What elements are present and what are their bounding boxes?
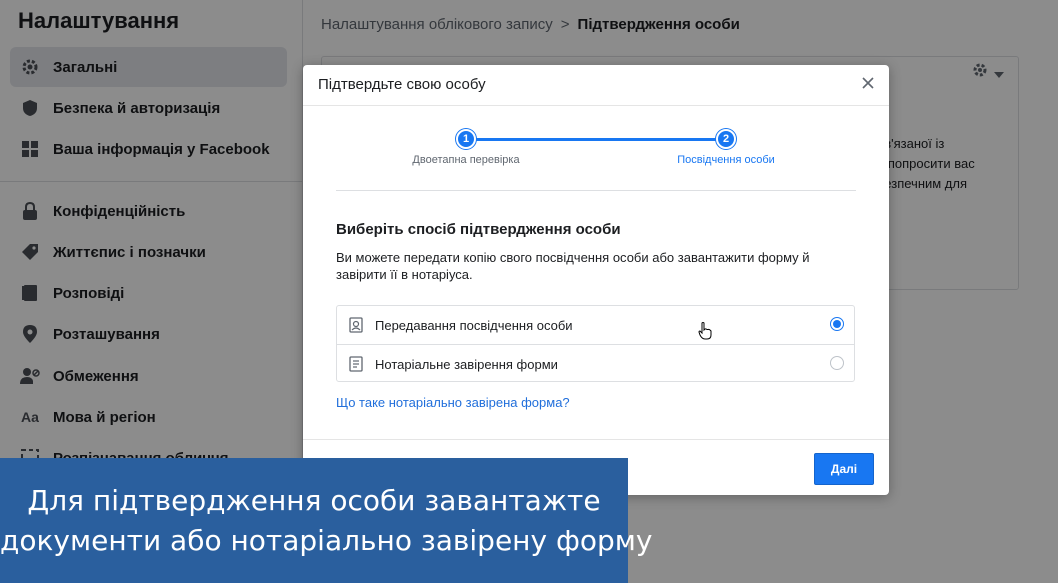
caption-line-1: Для підтвердження особи завантажте [27, 484, 601, 517]
dialog-title: Підтвердьте свою особу [318, 76, 486, 93]
hand-cursor-icon [698, 322, 712, 345]
radio-notarized-form[interactable] [830, 356, 844, 370]
progress-stepper: 1 Двоетапна перевірка 2 Посвідчення особ… [303, 129, 889, 189]
notarized-form-help-link[interactable]: Що таке нотаріально завірена форма? [336, 395, 570, 410]
option-label: Передавання посвідчення особи [375, 317, 573, 333]
step-1-label: Двоетапна перевірка [412, 154, 520, 166]
dialog-header: Підтвердьте свою особу [303, 65, 889, 106]
caption-line-2: документи або нотаріально завірену форму [0, 524, 653, 557]
verification-options: Передавання посвідчення особи Нотаріальн… [336, 305, 855, 382]
option-label: Нотаріальне завірення форми [375, 356, 558, 372]
next-button[interactable]: Далі [814, 453, 874, 485]
option-id-upload[interactable]: Передавання посвідчення особи [337, 306, 854, 344]
option-notarized-form[interactable]: Нотаріальне завірення форми [337, 344, 854, 383]
caption-banner: Для підтвердження особи завантажте докум… [0, 458, 653, 583]
step-1-dot: 1 [456, 129, 476, 149]
step-2-dot: 2 [716, 129, 736, 149]
radio-id-upload[interactable] [830, 317, 844, 331]
document-icon [349, 356, 363, 372]
section-title: Виберіть спосіб підтвердження особи [336, 221, 621, 238]
stepper-divider [336, 190, 856, 191]
section-description: Ви можете передати копію свого посвідчен… [336, 250, 810, 282]
verify-identity-dialog: Підтвердьте свою особу 1 Двоетапна перев… [303, 65, 889, 495]
step-2-label: Посвідчення особи [677, 154, 775, 166]
stepper-line [467, 138, 727, 141]
id-card-icon [349, 317, 363, 333]
close-icon [861, 77, 875, 94]
close-button[interactable] [861, 76, 877, 92]
